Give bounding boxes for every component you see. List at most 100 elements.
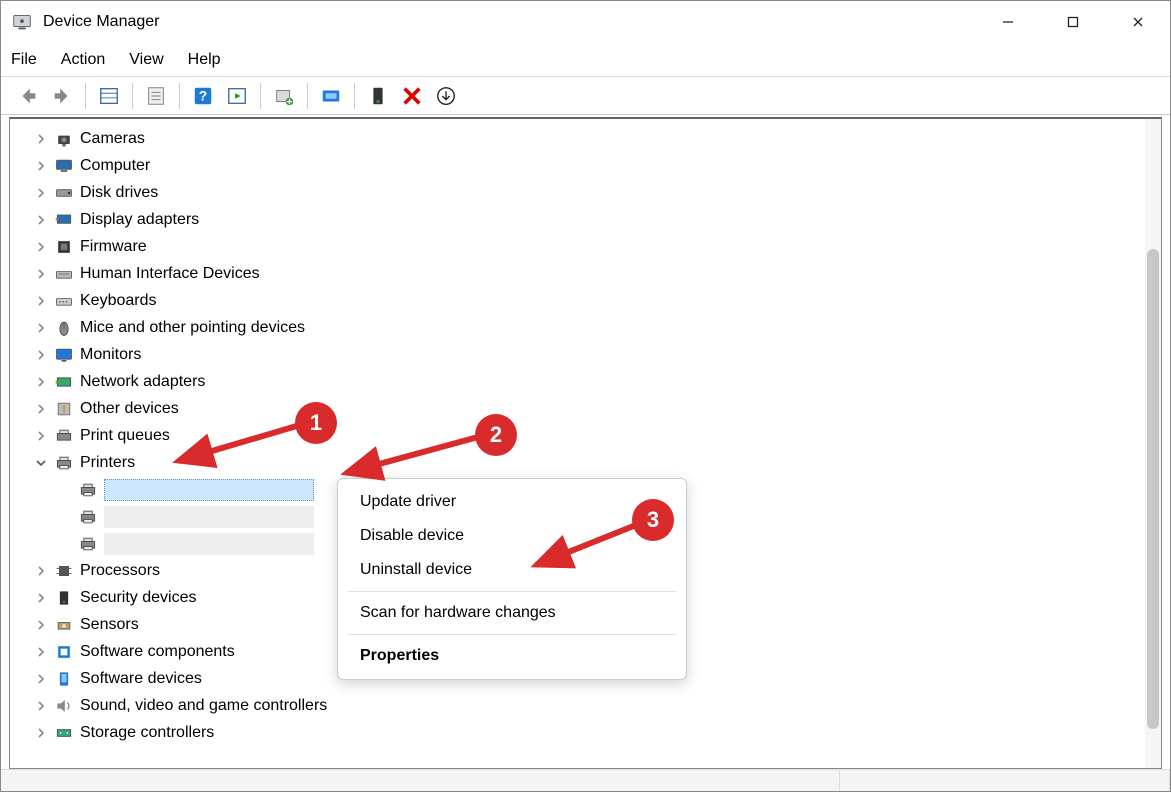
tree-item-label: Processors [80, 562, 160, 580]
chevron-right-icon[interactable] [34, 564, 48, 578]
chevron-right-icon[interactable] [34, 159, 48, 173]
chevron-right-icon[interactable] [34, 591, 48, 605]
chevron-right-icon[interactable] [34, 321, 48, 335]
tree-item-label: Software components [80, 643, 235, 661]
chevron-right-icon[interactable] [34, 240, 48, 254]
annotation-badge-2: 2 [475, 414, 517, 456]
show-hide-console-tree-button[interactable] [92, 81, 126, 111]
properties-button[interactable] [139, 81, 173, 111]
tree-item-label: Security devices [80, 589, 197, 607]
other-devices-icon: ! [54, 399, 74, 419]
print-queues-icon [54, 426, 74, 446]
chevron-right-icon[interactable] [34, 618, 48, 632]
display-adapters-icon [54, 210, 74, 230]
tree-item-label: Computer [80, 157, 150, 175]
mice-icon [54, 318, 74, 338]
chevron-right-icon[interactable] [34, 267, 48, 281]
tree-item-label: Network adapters [80, 373, 205, 391]
menu-help[interactable]: Help [188, 51, 221, 69]
menu-file[interactable]: File [11, 51, 37, 69]
tree-item-network-adapters[interactable]: Network adapters [30, 368, 1161, 395]
security-devices-icon [54, 588, 74, 608]
software-components-icon [54, 642, 74, 662]
ctx-separator [348, 634, 676, 635]
help-button[interactable]: ? [186, 81, 220, 111]
chevron-right-icon[interactable] [34, 726, 48, 740]
chevron-right-icon[interactable] [34, 672, 48, 686]
menu-action[interactable]: Action [61, 51, 105, 69]
uninstall-device-button[interactable] [395, 81, 429, 111]
tree-item-disk-drives[interactable]: Disk drives [30, 179, 1161, 206]
back-button[interactable] [11, 81, 45, 111]
cameras-icon [54, 129, 74, 149]
tree-item-hid[interactable]: Human Interface Devices [30, 260, 1161, 287]
tree-item-label: Monitors [80, 346, 141, 364]
tree-item-cameras[interactable]: Cameras [30, 125, 1161, 152]
computer-icon [54, 156, 74, 176]
toolbar: ? [1, 77, 1170, 115]
tree-item-label: Storage controllers [80, 724, 214, 742]
tree-item-mice[interactable]: Mice and other pointing devices [30, 314, 1161, 341]
scan-hardware-button[interactable] [314, 81, 348, 111]
chevron-right-icon[interactable] [34, 348, 48, 362]
chevron-right-icon[interactable] [34, 429, 48, 443]
down-arrow-button[interactable] [429, 81, 463, 111]
printers-icon [54, 453, 74, 473]
sensors-icon [54, 615, 74, 635]
ctx-properties[interactable]: Properties [338, 639, 686, 673]
tree-item-display-adapters[interactable]: Display adapters [30, 206, 1161, 233]
annotation-badge-1: 1 [295, 402, 337, 444]
tree-item-label: Firmware [80, 238, 147, 256]
printer-icon [78, 480, 98, 500]
tree-item-label: Mice and other pointing devices [80, 319, 305, 337]
update-driver-button[interactable] [267, 81, 301, 111]
annotation-badge-3: 3 [632, 499, 674, 541]
tree-item-label: Print queues [80, 427, 170, 445]
tree-item-label: Cameras [80, 130, 145, 148]
network-adapters-icon [54, 372, 74, 392]
annotation-arrow-2 [328, 425, 498, 495]
chevron-right-icon[interactable] [34, 375, 48, 389]
printer-icon [78, 534, 98, 554]
chevron-right-icon[interactable] [34, 186, 48, 200]
chevron-right-icon[interactable] [34, 699, 48, 713]
device-tree-pane: Cameras Computer Disk drives Display adapte… [9, 117, 1162, 769]
minimize-button[interactable] [975, 1, 1040, 43]
storage-controllers-icon [54, 723, 74, 743]
enable-device-button[interactable] [361, 81, 395, 111]
chevron-right-icon[interactable] [34, 213, 48, 227]
tree-item-firmware[interactable]: Firmware [30, 233, 1161, 260]
chevron-right-icon[interactable] [34, 294, 48, 308]
chevron-right-icon[interactable] [34, 645, 48, 659]
tree-item-monitors[interactable]: Monitors [30, 341, 1161, 368]
forward-button[interactable] [45, 81, 79, 111]
action-center-button[interactable] [220, 81, 254, 111]
sound-icon [54, 696, 74, 716]
tree-item-label: Keyboards [80, 292, 157, 310]
processors-icon [54, 561, 74, 581]
close-button[interactable] [1105, 1, 1170, 43]
statusbar [1, 769, 1170, 791]
window-title: Device Manager [43, 13, 160, 31]
tree-item-computer[interactable]: Computer [30, 152, 1161, 179]
chevron-right-icon[interactable] [34, 132, 48, 146]
tree-item-keyboards[interactable]: Keyboards [30, 287, 1161, 314]
app-icon [11, 11, 33, 33]
tree-item-label: Sound, video and game controllers [80, 697, 327, 715]
keyboards-icon [54, 291, 74, 311]
monitors-icon [54, 345, 74, 365]
tree-item-label: Disk drives [80, 184, 158, 202]
tree-item-storage-controllers[interactable]: Storage controllers [30, 719, 1161, 746]
tree-child-label [104, 533, 314, 555]
chevron-down-icon[interactable] [34, 456, 48, 470]
firmware-icon [54, 237, 74, 257]
ctx-separator [348, 591, 676, 592]
software-devices-icon [54, 669, 74, 689]
menubar: File Action View Help [1, 43, 1170, 77]
tree-item-label: Software devices [80, 670, 202, 688]
ctx-scan-hardware[interactable]: Scan for hardware changes [338, 596, 686, 630]
maximize-button[interactable] [1040, 1, 1105, 43]
menu-view[interactable]: View [129, 51, 163, 69]
tree-item-sound[interactable]: Sound, video and game controllers [30, 692, 1161, 719]
chevron-right-icon[interactable] [34, 402, 48, 416]
